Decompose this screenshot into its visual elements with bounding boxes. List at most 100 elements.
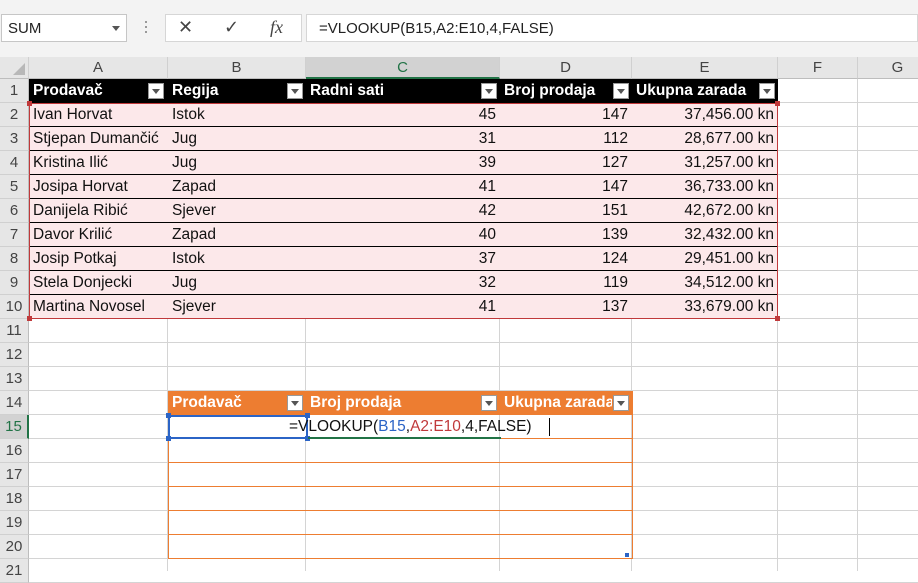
- table-cell[interactable]: 28,677.00 kn: [632, 127, 778, 151]
- table-cell[interactable]: 119: [500, 271, 632, 295]
- table-cell[interactable]: 137: [500, 295, 632, 319]
- row-header-14[interactable]: 14: [0, 391, 29, 415]
- range-handle[interactable]: [775, 316, 780, 321]
- row-header-3[interactable]: 3: [0, 127, 29, 151]
- formula-input[interactable]: =VLOOKUP(B15,A2:E10,4,FALSE): [306, 14, 918, 42]
- table-cell[interactable]: Stela Donjecki: [29, 271, 168, 295]
- table-cell[interactable]: 40: [306, 223, 500, 247]
- table-resize-handle[interactable]: [625, 553, 629, 557]
- row-header-7[interactable]: 7: [0, 223, 29, 247]
- table-cell[interactable]: 29,451.00 kn: [632, 247, 778, 271]
- filter-dropdown-icon[interactable]: [613, 83, 629, 99]
- row-header-5[interactable]: 5: [0, 175, 29, 199]
- table-cell[interactable]: 34,512.00 kn: [632, 271, 778, 295]
- filter-dropdown-icon[interactable]: [481, 83, 497, 99]
- table-cell[interactable]: 41: [306, 295, 500, 319]
- table-cell[interactable]: 147: [500, 175, 632, 199]
- table-cell[interactable]: Ivan Horvat: [29, 103, 168, 127]
- table-cell[interactable]: Stjepan Dumančić: [29, 127, 168, 151]
- table-cell[interactable]: Sjever: [168, 295, 306, 319]
- table-cell[interactable]: Jug: [168, 151, 306, 175]
- row-header-16[interactable]: 16: [0, 439, 29, 463]
- table-cell[interactable]: Martina Novosel: [29, 295, 168, 319]
- select-all-button[interactable]: [0, 57, 29, 79]
- close-icon[interactable]: ✕: [178, 17, 193, 38]
- row-header-12[interactable]: 12: [0, 343, 29, 367]
- filter-dropdown-icon[interactable]: [287, 83, 303, 99]
- table-cell[interactable]: Jug: [168, 127, 306, 151]
- cell-area[interactable]: Prodavač Regija Radni sati Broj prodaja …: [27, 79, 918, 583]
- cell-edit-text[interactable]: =VLOOKUP(B15,A2:E10,4,FALSE): [289, 415, 532, 439]
- row-header-10[interactable]: 10: [0, 295, 29, 319]
- row-header-15[interactable]: 15: [0, 415, 29, 439]
- table-cell[interactable]: Zapad: [168, 223, 306, 247]
- table-cell[interactable]: Istok: [168, 247, 306, 271]
- column-header-b[interactable]: B: [168, 57, 306, 79]
- row-header-19[interactable]: 19: [0, 511, 29, 535]
- table-cell[interactable]: 33,679.00 kn: [632, 295, 778, 319]
- column-header-d[interactable]: D: [500, 57, 632, 79]
- drag-handle-icon[interactable]: [145, 18, 148, 38]
- name-box[interactable]: SUM: [1, 14, 127, 42]
- table-cell[interactable]: 45: [306, 103, 500, 127]
- table-cell[interactable]: 127: [500, 151, 632, 175]
- row-header-1[interactable]: 1: [0, 79, 29, 103]
- row-header-13[interactable]: 13: [0, 367, 29, 391]
- filter-dropdown-icon[interactable]: [148, 83, 164, 99]
- table-cell[interactable]: Josipa Horvat: [29, 175, 168, 199]
- table-cell[interactable]: 151: [500, 199, 632, 223]
- table-cell[interactable]: Danijela Ribić: [29, 199, 168, 223]
- row-header-21[interactable]: 21: [0, 559, 29, 583]
- table-cell[interactable]: 41: [306, 175, 500, 199]
- column-header-a[interactable]: A: [29, 57, 168, 79]
- range-handle[interactable]: [27, 316, 32, 321]
- table-cell[interactable]: 37: [306, 247, 500, 271]
- table-cell[interactable]: Istok: [168, 103, 306, 127]
- row-header-4[interactable]: 4: [0, 151, 29, 175]
- table-cell[interactable]: 42: [306, 199, 500, 223]
- filter-dropdown-icon[interactable]: [481, 395, 497, 411]
- range-handle[interactable]: [775, 101, 780, 106]
- check-icon[interactable]: ✓: [224, 17, 239, 38]
- row-header-9[interactable]: 9: [0, 271, 29, 295]
- table-cell[interactable]: Sjever: [168, 199, 306, 223]
- column-header-e[interactable]: E: [632, 57, 778, 79]
- table-cell[interactable]: 32,432.00 kn: [632, 223, 778, 247]
- row-header-17[interactable]: 17: [0, 463, 29, 487]
- row-header-11[interactable]: 11: [0, 319, 29, 343]
- column-header-c[interactable]: C: [306, 57, 500, 79]
- table-cell[interactable]: Davor Krilić: [29, 223, 168, 247]
- table-cell[interactable]: 31: [306, 127, 500, 151]
- table-cell[interactable]: 147: [500, 103, 632, 127]
- table-row: Stjepan Dumančić Jug 31 112 28,677.00 kn: [29, 127, 778, 151]
- table-cell[interactable]: 32: [306, 271, 500, 295]
- row-header-6[interactable]: 6: [0, 199, 29, 223]
- table-cell[interactable]: 31,257.00 kn: [632, 151, 778, 175]
- chevron-down-icon[interactable]: [112, 26, 120, 31]
- table-cell[interactable]: 39: [306, 151, 500, 175]
- row-header-18[interactable]: 18: [0, 487, 29, 511]
- table-cell[interactable]: 112: [500, 127, 632, 151]
- row-header-20[interactable]: 20: [0, 535, 29, 559]
- table-cell[interactable]: 36,733.00 kn: [632, 175, 778, 199]
- table-row: Josipa Horvat Zapad 41 147 36,733.00 kn: [29, 175, 778, 199]
- table-cell[interactable]: 42,672.00 kn: [632, 199, 778, 223]
- table-cell[interactable]: 139: [500, 223, 632, 247]
- row-header-8[interactable]: 8: [0, 247, 29, 271]
- column-header-f[interactable]: F: [778, 57, 858, 79]
- table-cell[interactable]: Josip Potkaj: [29, 247, 168, 271]
- row-header-2[interactable]: 2: [0, 103, 29, 127]
- worksheet-grid: ABCDEFG 1 2 3 4 5 6 7 8 9 10 11 12 13 14 15 16 17 18 19 20 2…: [0, 57, 918, 583]
- column-header-g[interactable]: G: [858, 57, 918, 79]
- filter-dropdown-icon[interactable]: [613, 395, 629, 411]
- table-cell[interactable]: Kristina Ilić: [29, 151, 168, 175]
- range-handle[interactable]: [27, 101, 32, 106]
- filter-dropdown-icon[interactable]: [287, 395, 303, 411]
- fx-icon[interactable]: fx: [270, 17, 283, 38]
- table-cell[interactable]: Zapad: [168, 175, 306, 199]
- table-cell[interactable]: 37,456.00 kn: [632, 103, 778, 127]
- table-cell[interactable]: 124: [500, 247, 632, 271]
- table-cell[interactable]: Jug: [168, 271, 306, 295]
- header-regija: Regija: [172, 82, 219, 99]
- filter-dropdown-icon[interactable]: [759, 83, 775, 99]
